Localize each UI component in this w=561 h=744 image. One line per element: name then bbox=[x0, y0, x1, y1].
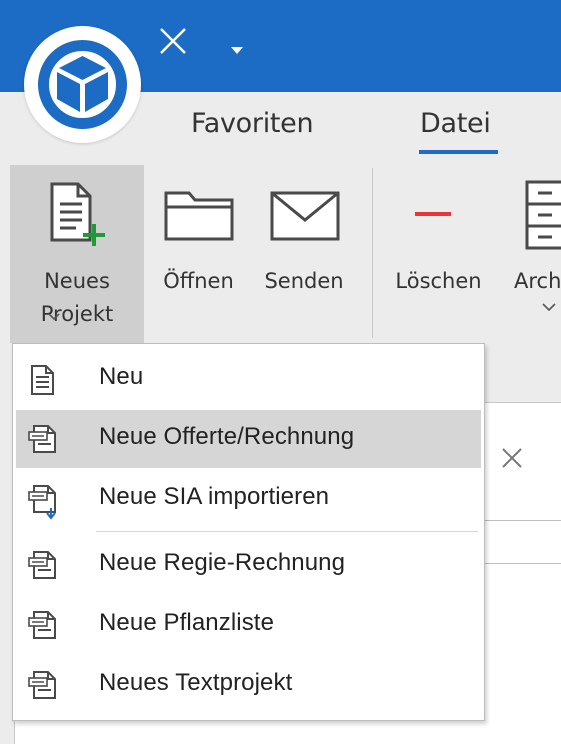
chevron-down-icon bbox=[48, 313, 60, 321]
tab-favoriten[interactable]: Favoriten bbox=[191, 108, 314, 139]
neues-projekt-dropdown-menu: Neu Neue Offerte/Rechnung Neue SIA impor… bbox=[12, 343, 485, 721]
senden-button[interactable]: Senden bbox=[254, 165, 354, 335]
active-tab-indicator bbox=[419, 150, 498, 154]
menu-separator bbox=[96, 531, 478, 532]
sia-import-icon bbox=[28, 485, 56, 520]
delete-icon bbox=[415, 212, 451, 216]
folder-icon bbox=[164, 191, 234, 241]
menu-item-neue-pflanzliste[interactable]: Neue Pflanzliste bbox=[16, 596, 481, 654]
text-project-icon bbox=[28, 671, 56, 699]
menu-item-label: Neue Regie-Rechnung bbox=[99, 549, 346, 576]
plant-list-icon bbox=[28, 611, 56, 639]
archiv-label: Arch bbox=[514, 269, 561, 293]
menu-item-neue-sia-importieren[interactable]: Neue SIA importieren bbox=[16, 470, 481, 528]
menu-item-label: Neue Offerte/Rechnung bbox=[99, 423, 355, 450]
loeschen-button[interactable]: Löschen bbox=[386, 165, 491, 335]
neues-projekt-label-1: Neues bbox=[44, 269, 110, 293]
regie-document-icon bbox=[28, 551, 56, 579]
ribbon-separator bbox=[372, 168, 373, 338]
caret-down-icon[interactable] bbox=[229, 41, 245, 60]
menu-item-label: Neu bbox=[99, 363, 144, 390]
close-icon[interactable] bbox=[158, 26, 188, 60]
neues-projekt-label-2: Projekt bbox=[40, 302, 114, 326]
chevron-down-icon bbox=[542, 303, 556, 312]
menu-item-neues-textprojekt[interactable]: Neues Textprojekt bbox=[16, 656, 481, 714]
menu-item-label: Neue SIA importieren bbox=[99, 483, 330, 510]
menu-item-label: Neues Textprojekt bbox=[99, 669, 293, 696]
document-icon bbox=[31, 365, 54, 395]
cube-logo-icon bbox=[38, 40, 127, 129]
menu-item-label: Neue Pflanzliste bbox=[99, 609, 275, 636]
new-document-icon bbox=[50, 182, 105, 246]
oeffnen-label: Öffnen bbox=[163, 269, 234, 293]
archive-cabinet-icon bbox=[525, 180, 561, 250]
panel-input-field[interactable] bbox=[478, 520, 561, 564]
envelope-icon bbox=[270, 191, 340, 241]
neues-projekt-button[interactable]: Neues Projekt bbox=[10, 165, 144, 343]
loeschen-label: Löschen bbox=[395, 269, 482, 293]
archiv-button[interactable]: Arch bbox=[510, 165, 561, 335]
oeffnen-button[interactable]: Öffnen bbox=[151, 165, 246, 335]
tab-datei[interactable]: Datei bbox=[420, 108, 491, 139]
senden-label: Senden bbox=[264, 269, 344, 293]
menu-item-neue-offerte-rechnung[interactable]: Neue Offerte/Rechnung bbox=[16, 410, 481, 468]
menu-item-neue-regie-rechnung[interactable]: Neue Regie-Rechnung bbox=[16, 536, 481, 594]
close-icon[interactable] bbox=[500, 446, 524, 474]
app-logo[interactable] bbox=[24, 26, 141, 143]
offer-document-icon bbox=[28, 425, 56, 453]
menu-item-neu[interactable]: Neu bbox=[16, 350, 481, 408]
